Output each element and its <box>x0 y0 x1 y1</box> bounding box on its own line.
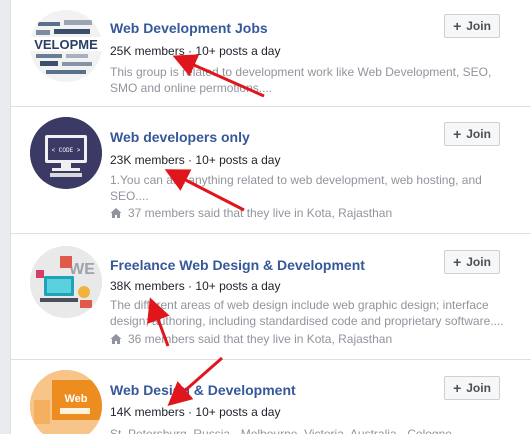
thumb-text: < CODE > <box>52 147 81 154</box>
join-label: Join <box>466 19 491 33</box>
location-text: 37 members said that they live in Kota, … <box>128 206 393 220</box>
word-cloud-icon: VELOPME <box>30 10 102 82</box>
member-count: 14K members <box>110 405 185 419</box>
group-list: VELOPME Web Development Jobs 25K members… <box>10 0 531 434</box>
separator: · <box>188 405 193 419</box>
post-frequency: 10+ posts a day <box>195 405 281 419</box>
group-stats: 25K members · 10+ posts a day <box>110 44 280 58</box>
group-description: The different areas of web design includ… <box>110 298 504 328</box>
join-button[interactable]: + Join <box>444 250 500 274</box>
group-card: VELOPME Web Development Jobs 25K members… <box>11 0 531 107</box>
plus-icon: + <box>453 380 462 396</box>
home-icon <box>110 334 122 344</box>
location-text: 36 members said that they live in Kota, … <box>128 332 393 346</box>
group-thumbnail[interactable]: Web <box>30 370 102 434</box>
separator: · <box>188 279 193 293</box>
plus-icon: + <box>453 126 462 142</box>
plus-icon: + <box>453 18 462 34</box>
plus-icon: + <box>453 254 462 270</box>
group-description: St. Petersburg, Russia · Melbourne, Vict… <box>110 427 452 434</box>
group-card: WE Freelance Web Design & Development 38… <box>11 234 531 360</box>
join-label: Join <box>466 255 491 269</box>
group-thumbnail[interactable]: < CODE > <box>30 117 102 189</box>
group-card: < CODE > Web developers only 23K members… <box>11 107 531 234</box>
group-title[interactable]: Web Development Jobs <box>110 20 268 36</box>
join-label: Join <box>466 127 491 141</box>
join-button[interactable]: + Join <box>444 14 500 38</box>
separator: · <box>188 44 193 58</box>
group-title[interactable]: Web developers only <box>110 129 250 145</box>
join-button[interactable]: + Join <box>444 122 500 146</box>
group-card: Web Web Design & Development 14K members… <box>11 360 531 434</box>
member-count: 25K members <box>110 44 185 58</box>
monitor-code-icon: < CODE > <box>30 117 102 189</box>
home-icon <box>110 208 122 218</box>
member-count: 38K members <box>110 279 185 293</box>
join-button[interactable]: + Join <box>444 376 500 400</box>
thumb-text: VELOPME <box>34 37 98 52</box>
web-design-illustration-icon: WE <box>30 246 102 318</box>
member-count: 23K members <box>110 153 185 167</box>
thumb-text: WE <box>69 261 95 278</box>
thumb-text: Web <box>64 393 87 405</box>
separator: · <box>188 153 193 167</box>
web-design-orange-icon: Web <box>30 370 102 434</box>
group-title[interactable]: Web Design & Development <box>110 382 296 398</box>
location-note: 37 members said that they live in Kota, … <box>110 206 392 220</box>
post-frequency: 10+ posts a day <box>195 279 281 293</box>
group-description: This group is related to development wor… <box>110 65 492 95</box>
group-stats: 38K members · 10+ posts a day <box>110 279 280 293</box>
post-frequency: 10+ posts a day <box>195 44 281 58</box>
group-thumbnail[interactable]: WE <box>30 246 102 318</box>
group-title[interactable]: Freelance Web Design & Development <box>110 257 365 273</box>
post-frequency: 10+ posts a day <box>195 153 281 167</box>
group-stats: 23K members · 10+ posts a day <box>110 153 280 167</box>
join-label: Join <box>466 381 491 395</box>
group-thumbnail[interactable]: VELOPME <box>30 10 102 82</box>
group-stats: 14K members · 10+ posts a day <box>110 405 280 419</box>
location-note: 36 members said that they live in Kota, … <box>110 332 392 346</box>
group-description: 1.You can ask anything related to web de… <box>110 173 482 203</box>
